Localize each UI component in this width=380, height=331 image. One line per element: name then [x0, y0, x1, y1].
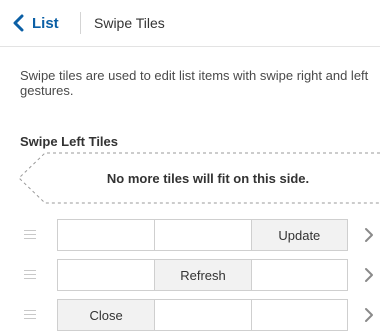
tile-slot[interactable]: [154, 300, 250, 330]
list-item: Close: [0, 299, 380, 331]
update-tile[interactable]: Update: [250, 220, 347, 250]
chevron-right-icon[interactable]: [364, 307, 374, 323]
tile-slot[interactable]: [58, 260, 154, 290]
no-more-tiles-placeholder: No more tiles will fit on this side.: [18, 152, 380, 204]
tile-slot[interactable]: [58, 220, 154, 250]
section-title: Swipe Left Tiles: [20, 134, 119, 149]
no-more-tiles-message: No more tiles will fit on this side.: [106, 171, 310, 186]
refresh-tile[interactable]: Refresh: [154, 260, 251, 290]
page-header: List Swipe Tiles: [0, 0, 380, 47]
close-tile[interactable]: Close: [58, 300, 155, 330]
drag-handle-icon[interactable]: [24, 270, 36, 280]
page-title: Swipe Tiles: [94, 15, 165, 31]
tile-slot[interactable]: [250, 300, 347, 330]
swipe-tiles-page: List Swipe Tiles Swipe tiles are used to…: [0, 0, 380, 331]
list-item: Update: [0, 219, 380, 251]
tile-row: Refresh: [57, 259, 348, 291]
tile-row: Close: [57, 299, 348, 331]
tile-slot[interactable]: [154, 220, 250, 250]
drag-handle-icon[interactable]: [24, 310, 36, 320]
tile-slot[interactable]: [250, 260, 347, 290]
back-button-label: List: [32, 14, 59, 32]
header-divider: [80, 12, 81, 34]
tile-row: Update: [57, 219, 348, 251]
back-button[interactable]: List: [12, 12, 59, 34]
drag-handle-icon[interactable]: [24, 230, 36, 240]
chevron-right-icon[interactable]: [364, 227, 374, 243]
chevron-left-icon: [13, 14, 24, 32]
page-description: Swipe tiles are used to edit list items …: [20, 68, 369, 98]
chevron-right-icon[interactable]: [364, 267, 374, 283]
list-item: Refresh: [0, 259, 380, 291]
